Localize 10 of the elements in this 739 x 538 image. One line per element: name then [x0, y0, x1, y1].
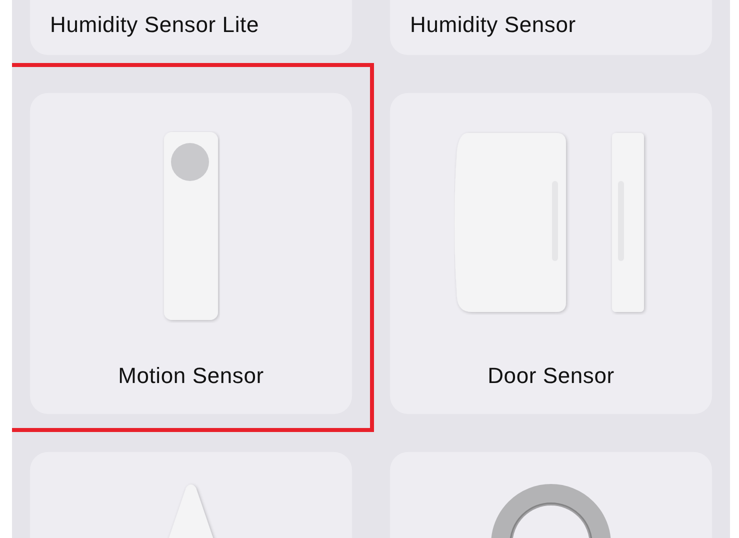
- device-card[interactable]: [30, 452, 352, 538]
- device-name: Door Sensor: [488, 362, 614, 390]
- device-card[interactable]: Motion Sensor: [30, 93, 352, 414]
- device-name: Motion Sensor: [118, 362, 264, 390]
- device-name: Humidity Sensor Lite: [50, 11, 259, 39]
- device-card[interactable]: Humidity Sensor Lite: [30, 0, 352, 55]
- device-card[interactable]: [390, 452, 712, 538]
- device-card[interactable]: Humidity Sensor: [390, 0, 712, 55]
- device-card[interactable]: Door Sensor: [390, 93, 712, 414]
- device-name: Humidity Sensor: [410, 11, 576, 39]
